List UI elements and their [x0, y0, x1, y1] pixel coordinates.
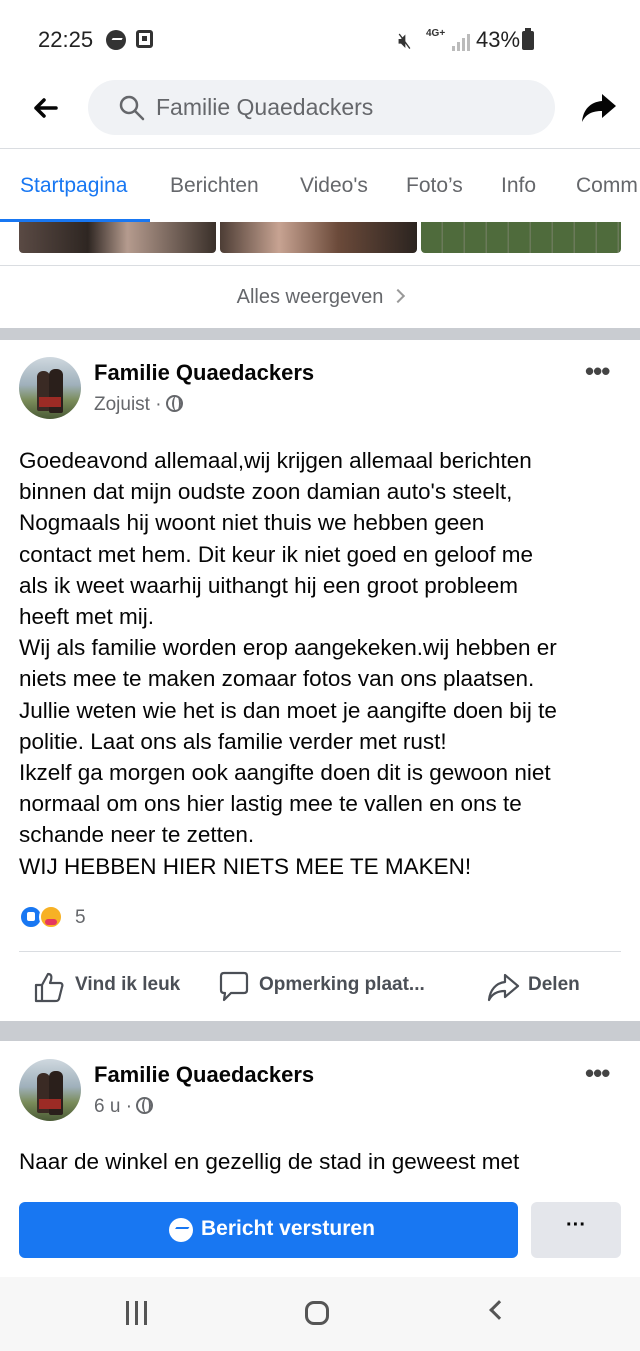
comment-icon	[219, 971, 249, 1002]
back-button[interactable]	[26, 90, 66, 130]
post-options-button[interactable]: •••	[585, 356, 610, 387]
reaction-count: 5	[75, 907, 86, 928]
photo-thumbnail[interactable]	[220, 222, 417, 253]
network-type: 4G+	[426, 28, 446, 39]
system-navigation-bar	[0, 1277, 640, 1351]
send-message-label: Bericht versturen	[201, 1217, 375, 1240]
tab-startpagina[interactable]: Startpagina	[20, 174, 127, 198]
photo-thumbnail[interactable]	[19, 222, 216, 253]
status-bar: 22:25 🔇︎ 4G+ 43%	[0, 0, 640, 80]
messenger-notification-icon	[106, 30, 126, 50]
search-icon	[119, 95, 145, 121]
mute-icon: 🔇︎	[398, 28, 412, 53]
divider	[0, 265, 640, 266]
see-all-photos-link[interactable]: Alles weergeven	[0, 286, 640, 309]
page-tabs: Startpagina Berichten Video's Foto’s Inf…	[0, 148, 640, 222]
chevron-right-icon	[391, 288, 406, 304]
notification-icon	[136, 30, 153, 48]
divider	[19, 951, 621, 952]
section-separator	[0, 328, 640, 340]
signal-icon	[452, 33, 472, 51]
search-input[interactable]: Familie Quaedackers	[88, 80, 555, 135]
page-action-bar: Bericht versturen ···	[0, 1185, 640, 1277]
post-author[interactable]: Familie Quaedackers	[94, 360, 314, 386]
tab-community[interactable]: Comm	[576, 174, 638, 198]
status-time: 22:25	[38, 27, 94, 52]
post-body: Goedeavond allemaal,wij krijgen allemaal…	[19, 448, 557, 879]
recent-apps-button[interactable]	[126, 1301, 150, 1325]
battery-level: 43%	[476, 27, 521, 52]
care-reaction-icon	[39, 905, 63, 929]
meta-separator: ·	[125, 1096, 133, 1117]
arrow-left-icon	[34, 98, 58, 118]
globe-icon	[136, 1097, 154, 1114]
post-time: 6 u	[94, 1096, 121, 1117]
avatar[interactable]	[19, 357, 81, 419]
search-query: Familie Quaedackers	[156, 94, 374, 120]
share-post-button[interactable]: Delen	[528, 974, 580, 996]
search-header: Familie Quaedackers	[0, 80, 640, 148]
post-options-button[interactable]: •••	[585, 1058, 610, 1089]
tab-info[interactable]: Info	[501, 174, 536, 198]
post-timestamp: Zojuist ·	[94, 394, 183, 416]
photo-thumbnail[interactable]	[421, 222, 621, 253]
post-timestamp: 6 u ·	[94, 1096, 154, 1118]
thumbs-up-icon	[34, 972, 64, 1003]
send-message-button[interactable]: Bericht versturen	[19, 1202, 518, 1258]
post-author[interactable]: Familie Quaedackers	[94, 1062, 314, 1088]
share-arrow-icon	[582, 94, 616, 122]
share-button[interactable]	[578, 86, 620, 128]
post-time: Zojuist	[94, 394, 150, 415]
like-button[interactable]: Vind ik leuk	[75, 974, 180, 996]
tab-videos[interactable]: Video's	[300, 174, 368, 198]
photo-strip	[0, 222, 640, 254]
messenger-icon	[169, 1218, 193, 1242]
battery-icon	[522, 28, 534, 50]
section-separator	[0, 1021, 640, 1041]
tab-berichten[interactable]: Berichten	[170, 174, 259, 198]
meta-separator: ·	[155, 394, 162, 415]
globe-icon	[165, 395, 183, 412]
back-nav-button[interactable]	[489, 1300, 509, 1320]
tab-fotos[interactable]: Foto’s	[406, 174, 463, 198]
more-options-button[interactable]: ···	[531, 1202, 621, 1258]
home-button[interactable]	[305, 1301, 329, 1325]
share-icon	[487, 973, 520, 1002]
see-all-label: Alles weergeven	[236, 286, 384, 308]
avatar[interactable]	[19, 1059, 81, 1121]
comment-button[interactable]: Opmerking plaat...	[259, 974, 425, 996]
post-body: Naar de winkel en gezellig de stad in ge…	[19, 1149, 520, 1174]
